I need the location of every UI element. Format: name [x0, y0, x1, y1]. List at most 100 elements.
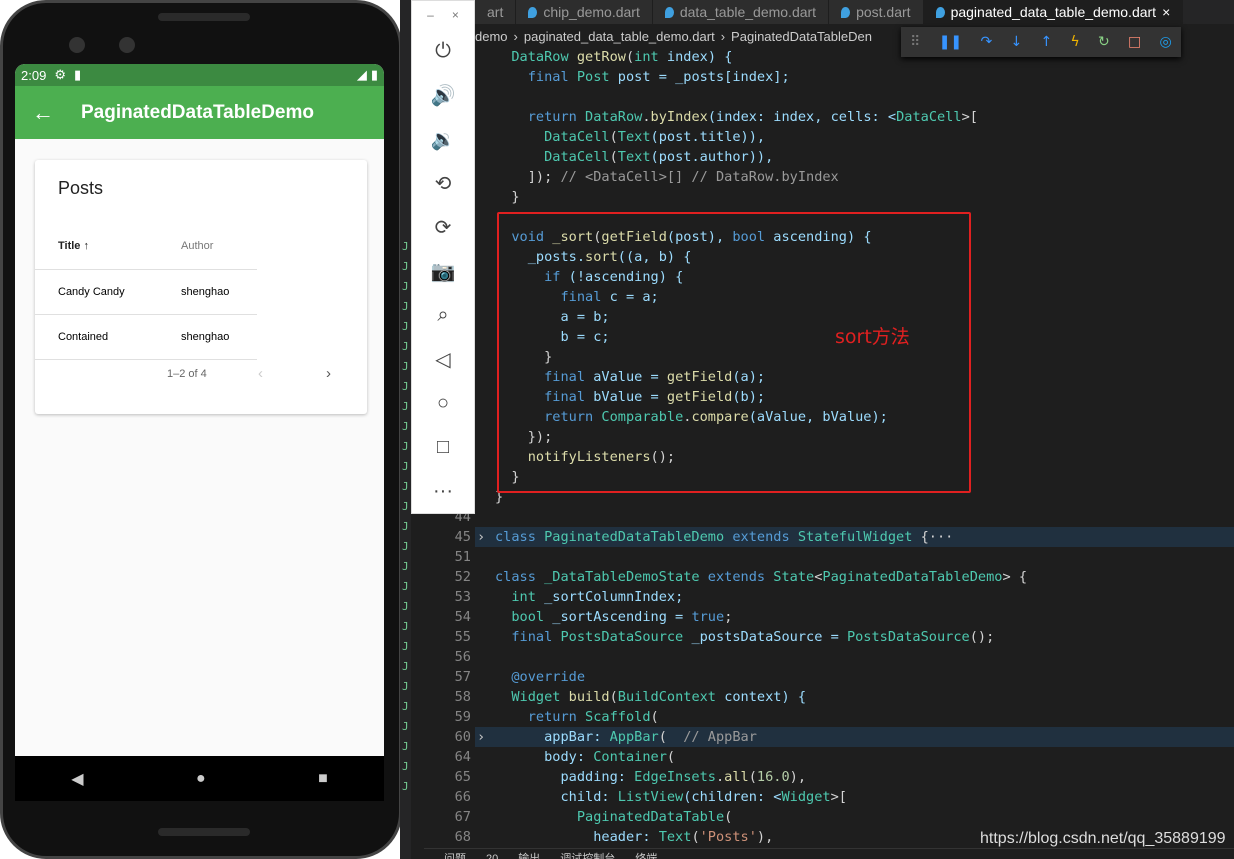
code-token: child:: [495, 789, 618, 805]
code-token: getRow: [576, 49, 626, 65]
sort-arrow-up-icon: ↑: [83, 240, 89, 253]
file-status-marker: J: [402, 680, 409, 693]
app-bar: ← PaginatedDataTableDemo: [15, 86, 384, 139]
code-token: body:: [495, 749, 594, 765]
code-token: PostsDataSource: [846, 629, 970, 645]
rotate-right-icon[interactable]: ⟳: [431, 205, 456, 249]
pause-icon[interactable]: ❚❚: [939, 34, 962, 50]
back-icon[interactable]: ◁: [431, 337, 456, 381]
panel-tab[interactable]: 输出: [518, 849, 540, 859]
code-token: true: [691, 609, 725, 625]
line-number: 55: [454, 629, 471, 645]
breadcrumb-item[interactable]: paginated_data_table_demo.dart: [524, 29, 715, 44]
tab-1[interactable]: chip_demo.dart: [516, 0, 653, 24]
home-icon[interactable]: ○: [431, 381, 456, 425]
minimize-button[interactable]: –: [427, 8, 434, 22]
cell-author: shenghao: [181, 269, 257, 315]
nav-recents-icon[interactable]: ■: [318, 770, 328, 788]
zoom-icon[interactable]: ⌕: [431, 293, 456, 337]
power-icon[interactable]: ⏻: [431, 29, 456, 73]
code-token: DataCell: [896, 109, 962, 125]
step-into-icon[interactable]: ↓: [1010, 34, 1022, 50]
nav-back-icon[interactable]: ◀: [71, 769, 83, 789]
code-token: extends: [707, 569, 774, 585]
fold-chevron-icon[interactable]: ›: [477, 727, 485, 747]
code-token: build: [568, 689, 610, 705]
code-line: 53 int _sortColumnIndex;: [411, 587, 1234, 607]
column-author[interactable]: Author: [181, 224, 257, 270]
code-token: ;: [724, 609, 733, 625]
code-token: post = _posts[index];: [617, 69, 790, 85]
code-line: 65 padding: EdgeInsets.all(16.0),: [411, 767, 1234, 787]
code-line: 60 › appBar: AppBar( // AppBar: [411, 727, 1234, 747]
tab-4[interactable]: paginated_data_table_demo.dart ×: [923, 0, 1184, 24]
line-number: 57: [454, 669, 471, 685]
close-button[interactable]: ×: [452, 8, 459, 22]
panel-tab[interactable]: 问题: [444, 849, 466, 859]
devtools-icon[interactable]: ◎: [1160, 34, 1172, 50]
step-out-icon[interactable]: ↑: [1040, 34, 1052, 50]
code-line: return DataRow.byIndex(index: index, cel…: [411, 107, 1234, 127]
restart-icon[interactable]: ↻: [1098, 34, 1110, 50]
code-token: byIndex: [650, 109, 708, 125]
code-token: (: [609, 689, 618, 705]
code-token: }: [495, 189, 520, 205]
camera: [69, 37, 85, 53]
breadcrumb-item[interactable]: PaginatedDataTableDen: [731, 29, 872, 44]
code-token: .: [642, 109, 651, 125]
code-line: 58 Widget build(BuildContext context) {: [411, 687, 1234, 707]
code-token: (: [609, 149, 618, 165]
code-token: (: [609, 129, 618, 145]
code-token: return: [527, 109, 586, 125]
fold-chevron-icon[interactable]: ›: [477, 527, 485, 547]
code-token: return: [527, 709, 586, 725]
file-status-marker: J: [402, 320, 409, 333]
file-status-marker: J: [402, 280, 409, 293]
code-line: 64 body: Container(: [411, 747, 1234, 767]
code-token: context) {: [724, 689, 807, 705]
chevron-left-icon[interactable]: ‹: [258, 365, 263, 382]
close-tab-icon[interactable]: ×: [1162, 4, 1170, 20]
hot-reload-icon[interactable]: ϟ: [1070, 34, 1079, 50]
code-token: >[: [830, 789, 847, 805]
overview-icon[interactable]: □: [431, 425, 456, 469]
volume-up-icon[interactable]: 🔊: [431, 73, 456, 117]
sd-card-icon: ▮: [73, 67, 82, 82]
stop-icon[interactable]: □: [1128, 34, 1141, 50]
panel-tab[interactable]: 20: [486, 849, 498, 859]
step-over-icon[interactable]: ↷: [980, 34, 992, 50]
android-nav-bar: ◀ ● ■: [15, 756, 384, 801]
tab-2[interactable]: data_table_demo.dart: [652, 0, 830, 24]
file-status-marker: J: [402, 640, 409, 653]
line-number: 67: [454, 809, 471, 825]
tab-3[interactable]: post.dart: [829, 0, 924, 24]
more-icon[interactable]: ···: [431, 469, 456, 513]
arrow-left-icon[interactable]: ←: [15, 100, 71, 126]
code-text: @override: [495, 667, 585, 687]
battery-icon: ▮: [370, 67, 378, 82]
breadcrumb-item[interactable]: demo: [475, 29, 508, 44]
nav-home-icon[interactable]: ●: [196, 770, 206, 788]
panel-tab[interactable]: 终端: [635, 849, 657, 859]
code-line: }: [411, 187, 1234, 207]
chevron-right-icon[interactable]: ›: [326, 365, 331, 382]
camera-icon[interactable]: 📷: [431, 249, 456, 293]
code-text: child: ListView(children: <Widget>[: [495, 787, 847, 807]
panel-tab[interactable]: 调试控制台: [560, 849, 615, 859]
code-text: padding: EdgeInsets.all(16.0),: [495, 767, 806, 787]
column-title[interactable]: Title ↑: [35, 224, 181, 270]
code-token: ();: [969, 629, 995, 645]
table-row: Candy Candy shenghao: [35, 269, 257, 315]
code-token: ]);: [495, 169, 561, 185]
tab-0[interactable]: art: [475, 0, 517, 24]
drag-icon[interactable]: ⠿: [910, 34, 920, 50]
code-token: final: [511, 629, 561, 645]
rotate-left-icon[interactable]: ⟲: [431, 161, 456, 205]
code-line: 54 bool _sortAscending = true;: [411, 607, 1234, 627]
code-text: }: [495, 187, 520, 207]
volume-down-icon[interactable]: 🔉: [431, 117, 456, 161]
